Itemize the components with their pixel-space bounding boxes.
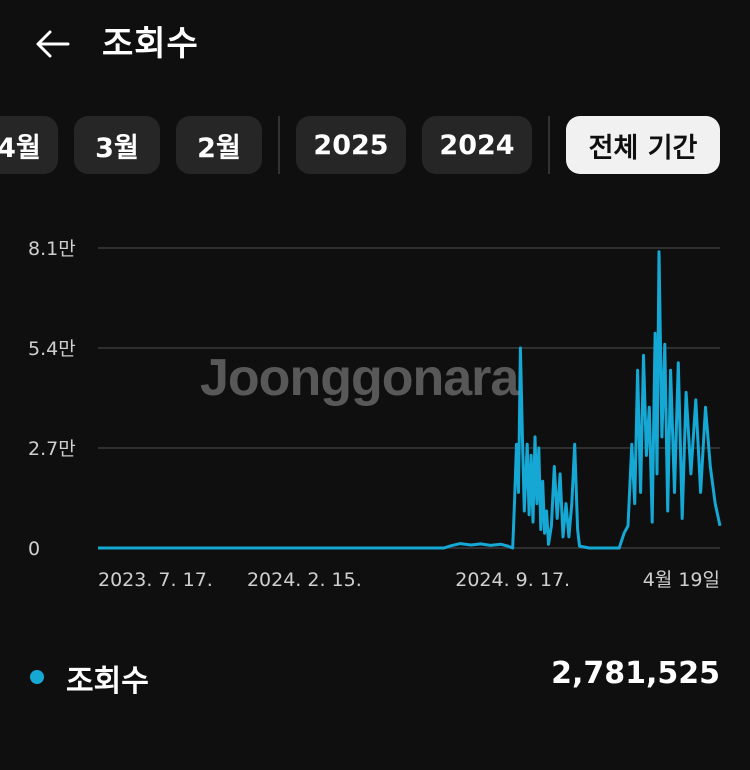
back-button[interactable] bbox=[28, 22, 76, 66]
chip-february[interactable]: 2월 bbox=[176, 116, 262, 174]
legend-total: 2,781,525 bbox=[551, 656, 720, 691]
x-tick-label: 2024. 2. 15. bbox=[247, 569, 362, 591]
header: 조회수 bbox=[0, 0, 750, 90]
x-tick-label: 2023. 7. 17. bbox=[98, 569, 213, 591]
x-tick-label: 4월 19일 bbox=[643, 569, 720, 591]
legend-label: 조회수 bbox=[66, 664, 149, 699]
chip-april[interactable]: 4월 bbox=[0, 116, 58, 174]
chip-2024[interactable]: 2024 bbox=[422, 116, 532, 174]
chip-divider bbox=[548, 116, 550, 174]
chip-all-time[interactable]: 전체 기간 bbox=[566, 116, 720, 174]
legend-dot-icon bbox=[30, 670, 44, 684]
chip-divider bbox=[278, 116, 280, 174]
watermark: Joonggonara bbox=[200, 349, 519, 407]
y-tick-label: 2.7만 bbox=[28, 438, 76, 460]
x-tick-label: 2024. 9. 17. bbox=[455, 569, 570, 591]
legend: 조회수 2,781,525 bbox=[0, 650, 750, 710]
arrow-left-icon bbox=[36, 30, 70, 58]
views-chart: 0 2.7만 5.4만 8.1만 2023. 7. 17. 2024. 2. 15. 202… bbox=[28, 238, 722, 591]
period-chips: 4월 3월 2월 2025 2024 전체 기간 bbox=[0, 116, 750, 176]
y-tick-label: 8.1만 bbox=[28, 238, 76, 260]
y-tick-label: 0 bbox=[28, 538, 40, 560]
page-title: 조회수 bbox=[102, 24, 199, 64]
chip-march[interactable]: 3월 bbox=[74, 116, 160, 174]
y-tick-label: 5.4만 bbox=[28, 338, 76, 360]
chip-2025[interactable]: 2025 bbox=[296, 116, 406, 174]
